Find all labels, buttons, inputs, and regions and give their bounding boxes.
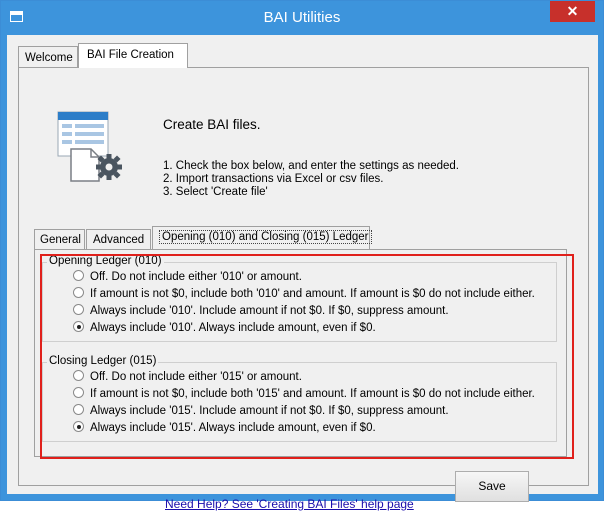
option-label: If amount is not $0, include both '015' … — [90, 388, 535, 400]
opening-ledger-group: Opening Ledger (010) Off. Do not include… — [42, 255, 557, 342]
radio-button[interactable] — [73, 287, 84, 298]
window-title: BAI Utilities — [263, 9, 341, 26]
radio-button[interactable] — [73, 270, 84, 281]
opening-option-off[interactable]: Off. Do not include either '010' or amou… — [73, 270, 302, 283]
instruction-step: 3. Select 'Create file' — [163, 186, 268, 198]
ledger-panel: Opening Ledger (010) Off. Do not include… — [34, 249, 567, 457]
option-label: Always include '015'. Include amount if … — [90, 405, 449, 417]
option-label: Off. Do not include either '010' or amou… — [90, 271, 302, 283]
instruction-step: 1. Check the box below, and enter the se… — [163, 160, 460, 172]
radio-button-selected[interactable] — [73, 421, 84, 432]
tab-welcome[interactable]: Welcome — [18, 46, 78, 67]
closing-option-if-not-zero[interactable]: If amount is not $0, include both '015' … — [73, 387, 535, 400]
option-label: If amount is not $0, include both '010' … — [90, 288, 535, 300]
title-bar[interactable]: BAI Utilities ✕ — [1, 1, 603, 35]
option-label: Always include '010'. Always include amo… — [90, 322, 376, 334]
tab-general[interactable]: General — [34, 229, 85, 249]
page-title: Create BAI files. — [163, 117, 261, 132]
closing-option-always[interactable]: Always include '015'. Always include amo… — [73, 421, 376, 434]
closing-ledger-legend: Closing Ledger (015) — [47, 355, 159, 367]
opening-option-suppress-zero[interactable]: Always include '010'. Include amount if … — [73, 304, 449, 317]
closing-ledger-group: Closing Ledger (015) Off. Do not include… — [42, 355, 557, 442]
option-label: Always include '015'. Always include amo… — [90, 422, 376, 434]
client-area: Welcome BAI File Creation Create BAI fil… — [7, 35, 598, 511]
radio-button[interactable] — [73, 404, 84, 415]
radio-button[interactable] — [73, 304, 84, 315]
option-label: Always include '010'. Include amount if … — [90, 305, 449, 317]
tab-advanced[interactable]: Advanced — [86, 229, 151, 249]
opening-option-if-not-zero[interactable]: If amount is not $0, include both '010' … — [73, 287, 535, 300]
tab-ledger-label: Opening (010) and Closing (015) Ledger — [159, 230, 372, 244]
instruction-step: 2. Import transactions via Excel or csv … — [163, 173, 384, 185]
radio-button-selected[interactable] — [73, 321, 84, 332]
option-label: Off. Do not include either '015' or amou… — [90, 371, 302, 383]
help-link[interactable]: Need Help? See 'Creating BAI Files' help… — [165, 497, 414, 511]
opening-ledger-legend: Opening Ledger (010) — [47, 255, 164, 267]
app-window: BAI Utilities ✕ Welcome BAI File Creatio… — [0, 0, 604, 511]
closing-option-suppress-zero[interactable]: Always include '015'. Include amount if … — [73, 404, 449, 417]
save-button[interactable]: Save — [455, 471, 529, 502]
close-button[interactable]: ✕ — [550, 1, 595, 22]
tab-ledger[interactable]: Opening (010) and Closing (015) Ledger — [152, 226, 372, 249]
document-settings-icon — [57, 111, 122, 182]
radio-button[interactable] — [73, 370, 84, 381]
tab-bai-file-creation[interactable]: BAI File Creation — [78, 43, 188, 68]
bai-file-creation-panel: Create BAI files. 1. Check the box below… — [18, 67, 589, 511]
radio-button[interactable] — [73, 387, 84, 398]
closing-option-off[interactable]: Off. Do not include either '015' or amou… — [73, 370, 302, 383]
opening-option-always[interactable]: Always include '010'. Always include amo… — [73, 321, 376, 334]
